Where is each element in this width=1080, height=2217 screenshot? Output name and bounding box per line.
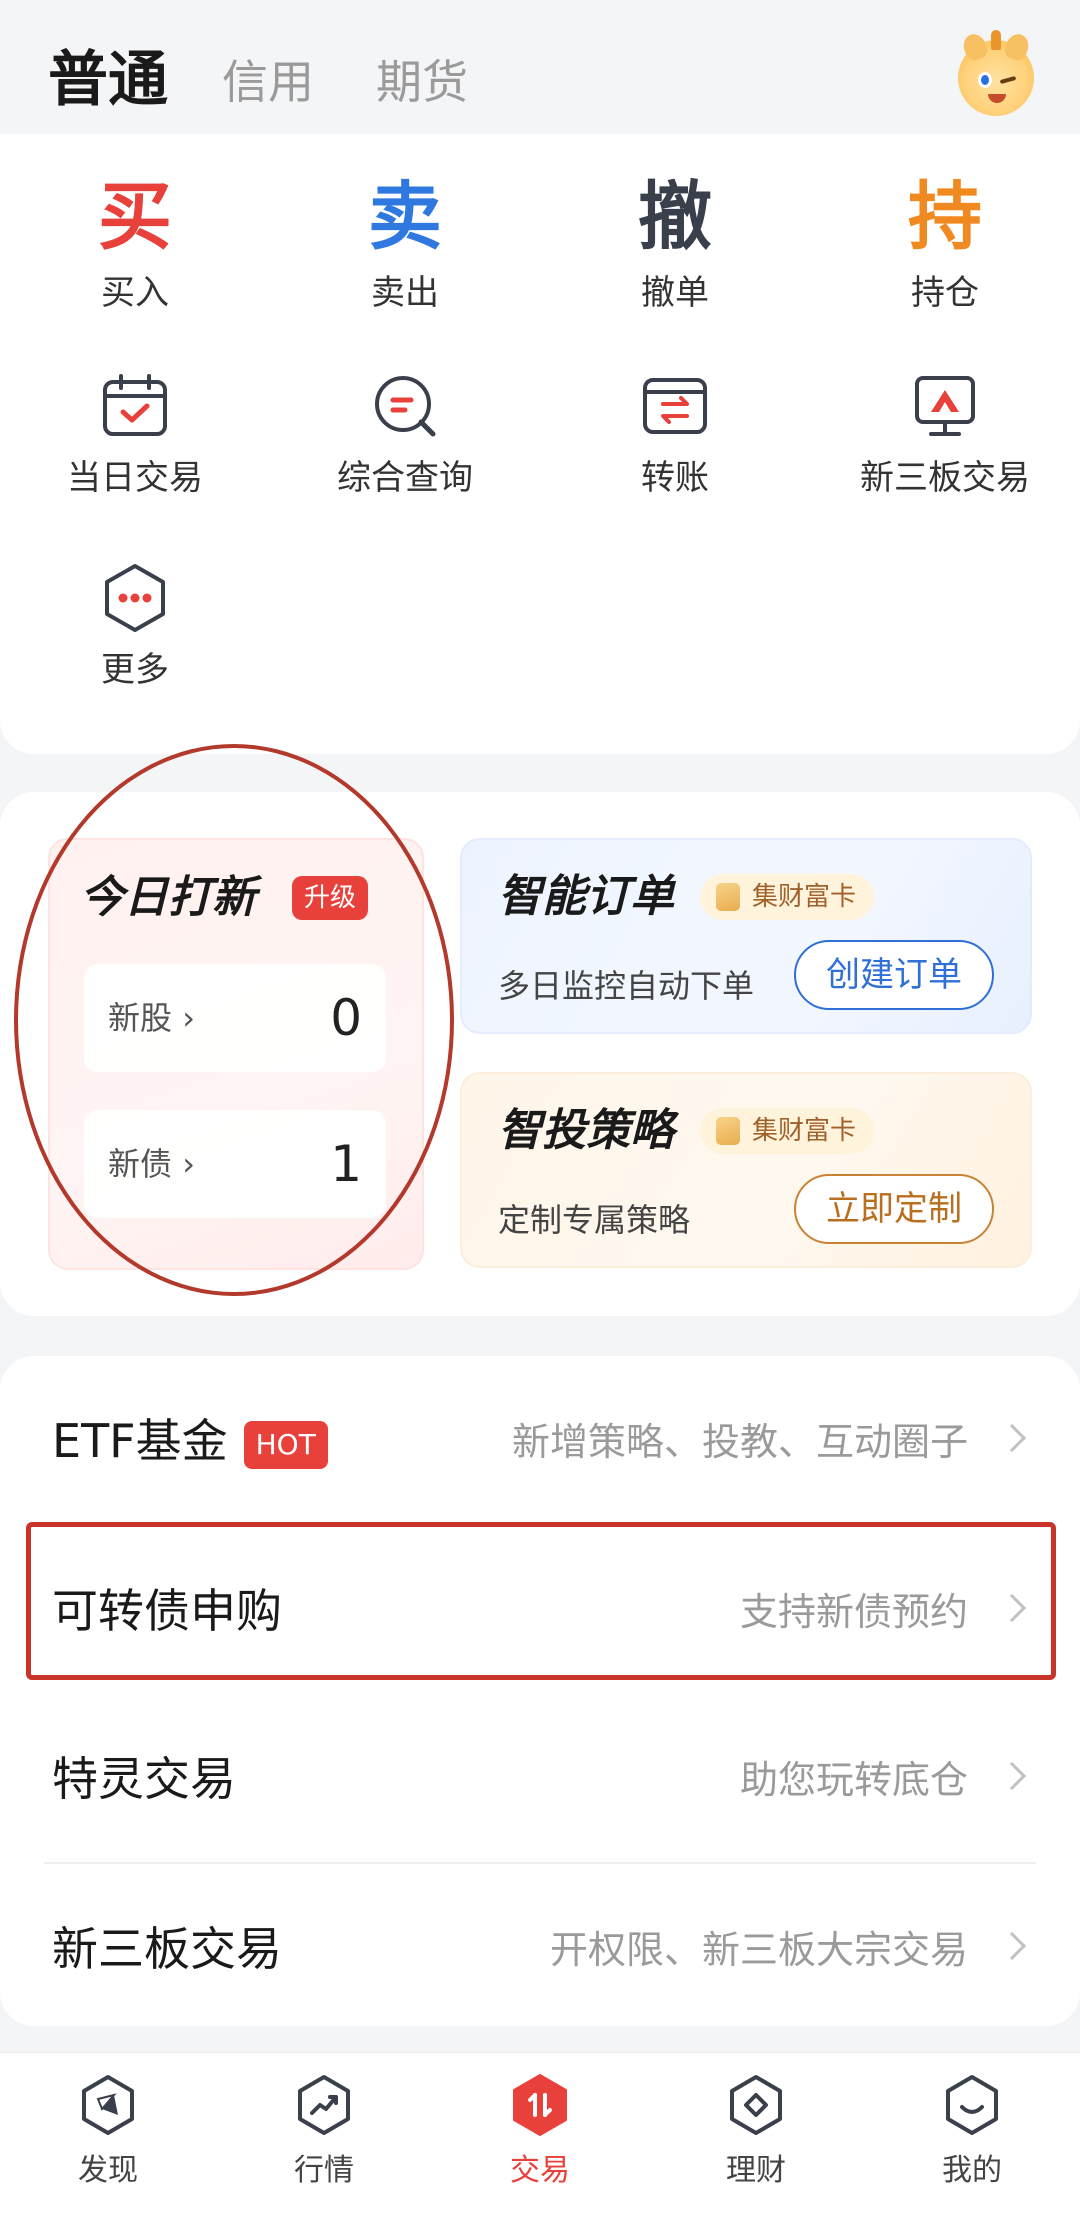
new-bond-row[interactable]: 新债 › 1	[84, 1110, 386, 1218]
nav-discover[interactable]: 发现	[0, 2073, 216, 2193]
smart-order-title: 智能订单	[498, 871, 674, 922]
nav-market[interactable]: 行情	[216, 2073, 432, 2193]
chevron-right-icon	[997, 1423, 1027, 1453]
transfer-label: 转账	[641, 458, 709, 498]
wealth-card-pill: 集财富卡	[700, 874, 875, 920]
new-bond-label: 新债 ›	[108, 1145, 195, 1183]
list-item-etf[interactable]: ETF基金 HOT 新增策略、投教、互动圈子	[0, 1356, 1080, 1526]
cancel-label: 撤单	[641, 273, 709, 313]
nav-trade[interactable]: 交易	[432, 2073, 648, 2193]
etf-title: ETF基金 HOT	[52, 1408, 328, 1474]
nav-mine-label: 我的	[942, 2153, 1002, 2188]
neeq-trade-label: 新三板交易	[860, 458, 1030, 498]
nav-trade-label: 交易	[510, 2153, 570, 2188]
bottom-nav: 发现 行情 交易 理财 我的	[0, 2052, 1080, 2217]
trade-icon	[513, 2074, 567, 2136]
today-trades-button[interactable]: 当日交易	[0, 370, 270, 502]
teling-desc: 助您玩转底仓	[739, 1758, 968, 1802]
transfer-icon	[643, 378, 707, 434]
new-stock-count: 0	[330, 989, 362, 1047]
transfer-button[interactable]: 转账	[540, 370, 810, 502]
smart-order-subtitle: 多日监控自动下单	[498, 967, 755, 1005]
wealth-card-pill: 集财富卡	[700, 1108, 875, 1154]
etf-desc: 新增策略、投教、互动圈子	[511, 1420, 968, 1464]
list-item-convertible-bond[interactable]: 可转债申购 支持新债预约	[0, 1526, 1080, 1696]
nav-discover-label: 发现	[78, 2153, 138, 2188]
smart-order-panel[interactable]: 智能订单 集财富卡 多日监控自动下单 创建订单	[460, 838, 1032, 1034]
new-stock-label: 新股 ›	[108, 999, 195, 1037]
holdings-glyph: 持	[908, 174, 982, 260]
sell-label: 卖出	[371, 273, 439, 313]
strategy-title: 智投策略	[498, 1105, 674, 1156]
tab-normal[interactable]: 普通	[48, 44, 168, 116]
nav-wealth[interactable]: 理财	[648, 2073, 864, 2193]
cartoon-avatar-icon[interactable]	[958, 30, 1034, 116]
strategy-panel[interactable]: 智投策略 集财富卡 定制专属策略 立即定制	[460, 1072, 1032, 1268]
upgrade-badge: 升级	[292, 876, 369, 920]
cancel-glyph: 撤	[638, 174, 712, 260]
monitor-chart-icon	[915, 376, 975, 436]
create-order-button[interactable]: 创建订单	[794, 940, 994, 1010]
convertible-bond-desc: 支持新债预约	[739, 1590, 968, 1634]
chevron-right-icon	[997, 1593, 1027, 1623]
cancel-order-button[interactable]: 撤 撤单	[540, 172, 810, 318]
nav-market-label: 行情	[294, 2153, 354, 2188]
tab-futures[interactable]: 期货	[376, 50, 468, 114]
query-label: 综合查询	[337, 458, 473, 498]
ipo-title: 今日打新	[80, 872, 256, 923]
query-button[interactable]: 综合查询	[270, 370, 540, 502]
chevron-right-icon	[997, 1761, 1027, 1791]
strategy-subtitle: 定制专属策略	[498, 1201, 691, 1239]
more-hexagon-icon	[105, 564, 165, 632]
new-bond-count: 1	[330, 1135, 362, 1193]
card-icon	[716, 1117, 740, 1145]
list-item-neeq[interactable]: 新三板交易 开权限、新三板大宗交易	[0, 1864, 1080, 2034]
trend-icon	[298, 2075, 350, 2135]
holdings-button[interactable]: 持 持仓	[810, 172, 1080, 318]
neeq-trade-button[interactable]: 新三板交易	[810, 370, 1080, 502]
more-button[interactable]: 更多	[0, 562, 270, 694]
trade-screen: 普通 信用 期货 买 买入 卖 卖出 撤 撤单 持 持仓 当日交易 综合查询 转…	[0, 0, 1080, 2217]
card-icon	[716, 883, 740, 911]
buy-label: 买入	[101, 273, 169, 313]
today-trades-label: 当日交易	[67, 458, 203, 498]
smile-icon	[946, 2075, 998, 2135]
more-label: 更多	[101, 650, 169, 690]
compass-icon	[82, 2075, 134, 2135]
neeq-desc: 开权限、新三板大宗交易	[549, 1928, 968, 1972]
buy-button[interactable]: 买 买入	[0, 172, 270, 318]
convertible-bond-title: 可转债申购	[52, 1584, 282, 1638]
buy-glyph: 买	[98, 174, 172, 260]
customize-now-button[interactable]: 立即定制	[794, 1174, 994, 1244]
nav-mine[interactable]: 我的	[864, 2073, 1080, 2193]
account-type-tabs: 普通 信用 期货	[0, 0, 1080, 140]
list-item-teling[interactable]: 特灵交易 助您玩转底仓	[0, 1694, 1080, 1864]
sell-button[interactable]: 卖 卖出	[270, 172, 540, 318]
teling-title: 特灵交易	[52, 1752, 236, 1806]
nav-wealth-label: 理财	[726, 2153, 786, 2188]
new-stock-row[interactable]: 新股 › 0	[84, 964, 386, 1072]
holdings-label: 持仓	[911, 273, 979, 313]
tab-credit[interactable]: 信用	[222, 50, 314, 114]
search-query-icon	[375, 376, 436, 437]
hot-badge: HOT	[243, 1420, 328, 1469]
neeq-title: 新三板交易	[52, 1922, 282, 1976]
sell-glyph: 卖	[368, 174, 442, 260]
diamond-icon	[730, 2075, 782, 2135]
calendar-check-icon	[103, 374, 167, 436]
chevron-right-icon	[997, 1931, 1027, 1961]
